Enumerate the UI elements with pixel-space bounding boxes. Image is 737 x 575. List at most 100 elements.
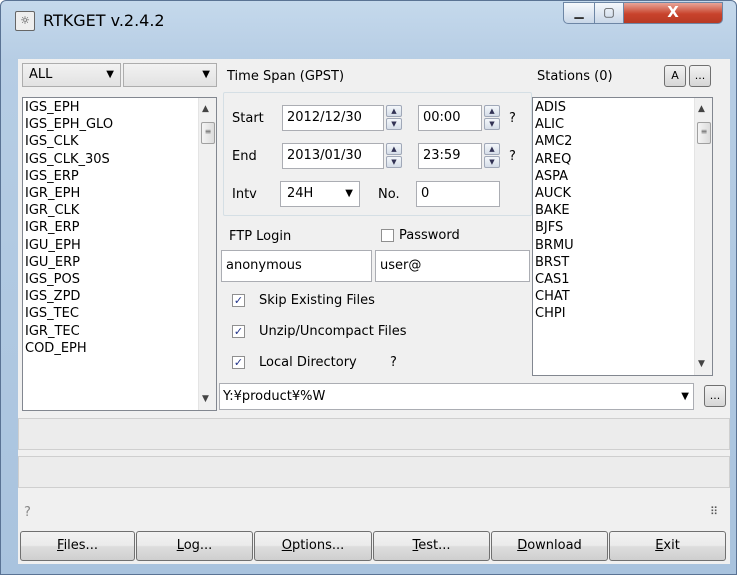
window-title: RTKGET v.2.4.2 [43, 11, 165, 30]
data-type-item[interactable]: COD_EPH [25, 340, 113, 357]
station-item[interactable]: AMC2 [535, 133, 574, 150]
end-date-stepper[interactable]: ▲ ▼ [386, 143, 402, 168]
chevron-down-icon: ▼ [202, 69, 210, 80]
start-help[interactable]: ? [509, 111, 516, 126]
data-type-item[interactable]: IGS_ERP [25, 168, 113, 185]
local-directory-help[interactable]: ? [390, 355, 397, 370]
stations-all-button[interactable]: A [664, 65, 686, 87]
end-date-field[interactable]: 2013/01/30 [282, 143, 384, 169]
stations-label: Stations (0) [537, 69, 613, 84]
data-type-item[interactable]: IGU_ERP [25, 254, 113, 271]
ftp-login-field[interactable]: anonymous [221, 250, 372, 282]
station-item[interactable]: ASPA [535, 168, 574, 185]
data-type-item[interactable]: IGU_EPH [25, 237, 113, 254]
files-button[interactable]: Files... [20, 531, 135, 561]
data-type-list[interactable]: IGS_EPH IGS_EPH_GLO IGS_CLK IGS_CLK_30S IGS_… [22, 97, 217, 411]
down-arrow-icon[interactable]: ▼ [386, 118, 402, 130]
up-arrow-icon[interactable]: ▲ [386, 105, 402, 117]
data-type-item[interactable]: IGS_POS [25, 271, 113, 288]
data-type-scrollbar[interactable]: ▲ ≡ ▼ [198, 98, 216, 410]
station-item[interactable]: AUCK [535, 185, 574, 202]
minimize-button[interactable]: ▁ [563, 2, 595, 24]
station-item[interactable]: AREQ [535, 151, 574, 168]
app-icon[interactable]: ☼ [15, 11, 35, 31]
station-item[interactable]: BAKE [535, 202, 574, 219]
end-time-stepper[interactable]: ▲ ▼ [484, 143, 500, 168]
start-date-stepper[interactable]: ▲ ▼ [386, 105, 402, 130]
exit-button-label: xit [663, 538, 680, 553]
scroll-thumb[interactable]: ≡ [201, 122, 215, 144]
end-time-field[interactable]: 23:59 [418, 143, 482, 169]
data-type-items: IGS_EPH IGS_EPH_GLO IGS_CLK IGS_CLK_30S IGS_… [25, 99, 113, 357]
station-item[interactable]: ADIS [535, 99, 574, 116]
download-button[interactable]: Download [491, 531, 608, 561]
start-time-field[interactable]: 00:00 [418, 105, 482, 131]
skip-existing-checkbox[interactable]: ✓ [232, 294, 245, 307]
data-type-item[interactable]: IGR_TEC [25, 323, 113, 340]
chevron-down-icon: ▼ [681, 391, 689, 402]
station-item[interactable]: BRST [535, 254, 574, 271]
interval-value: 24H [287, 186, 314, 201]
end-help[interactable]: ? [509, 149, 516, 164]
start-date-field[interactable]: 2012/12/30 [282, 105, 384, 131]
up-arrow-icon[interactable]: ▲ [484, 105, 500, 117]
data-type-item[interactable]: IGR_ERP [25, 219, 113, 236]
station-item[interactable]: ALIC [535, 116, 574, 133]
start-time-stepper[interactable]: ▲ ▼ [484, 105, 500, 130]
station-item[interactable]: CHAT [535, 288, 574, 305]
scroll-up-icon[interactable]: ▲ [698, 104, 705, 114]
local-directory-select[interactable]: Y:¥product¥%W ▼ [219, 383, 694, 410]
browse-directory-button[interactable]: ... [704, 385, 726, 407]
station-item[interactable]: CHPI [535, 305, 574, 322]
up-arrow-icon[interactable]: ▲ [386, 143, 402, 155]
app-window: ☼ RTKGET v.2.4.2 ▁ ▢ X ALL ▼ ▼ IGS_EPH IG… [0, 0, 737, 575]
ftp-password-field[interactable]: user@ [375, 250, 530, 282]
data-type-item[interactable]: IGS_CLK [25, 133, 113, 150]
log-underline: L [176, 538, 184, 553]
data-type-item[interactable]: IGS_CLK_30S [25, 151, 113, 168]
exit-button[interactable]: Exit [609, 531, 726, 561]
type-filter-combo[interactable]: ALL ▼ [22, 63, 121, 87]
station-item[interactable]: CAS1 [535, 271, 574, 288]
timespan-label: Time Span (GPST) [227, 69, 345, 84]
data-type-item[interactable]: IGR_CLK [25, 202, 113, 219]
station-scrollbar[interactable]: ▲ ≡ ▼ [694, 98, 712, 375]
subtype-filter-combo[interactable]: ▼ [123, 63, 217, 87]
data-type-item[interactable]: IGS_ZPD [25, 288, 113, 305]
password-checkbox[interactable] [381, 229, 394, 242]
status-text: ? [24, 505, 31, 520]
title-bar[interactable]: ☼ RTKGET v.2.4.2 ▁ ▢ X [1, 1, 736, 39]
unzip-checkbox[interactable]: ✓ [232, 325, 245, 338]
end-label: End [232, 149, 257, 164]
down-arrow-icon[interactable]: ▼ [484, 118, 500, 130]
data-type-item[interactable]: IGS_EPH [25, 99, 113, 116]
scroll-up-icon[interactable]: ▲ [202, 104, 209, 114]
down-arrow-icon[interactable]: ▼ [386, 156, 402, 168]
interval-select[interactable]: 24H ▼ [280, 181, 360, 207]
scroll-down-icon[interactable]: ▼ [202, 394, 209, 404]
station-list[interactable]: ADIS ALIC AMC2 AREQ ASPA AUCK BAKE BJFS BRMU BRST… [532, 97, 713, 376]
data-type-item[interactable]: IGS_TEC [25, 305, 113, 322]
up-arrow-icon[interactable]: ▲ [484, 143, 500, 155]
local-directory-checkbox[interactable]: ✓ [232, 356, 245, 369]
test-button[interactable]: Test... [373, 531, 490, 561]
log-button[interactable]: Log... [136, 531, 253, 561]
count-field[interactable]: 0 [416, 181, 500, 207]
down-arrow-icon[interactable]: ▼ [484, 156, 500, 168]
scroll-down-icon[interactable]: ▼ [698, 359, 705, 369]
data-type-item[interactable]: IGR_EPH [25, 185, 113, 202]
scroll-thumb[interactable]: ≡ [697, 122, 711, 144]
close-button[interactable]: X [623, 2, 723, 24]
options-button[interactable]: Options... [254, 531, 372, 561]
maximize-button[interactable]: ▢ [594, 2, 624, 24]
resize-grip-icon[interactable]: ⠿ [710, 505, 718, 518]
data-type-item[interactable]: IGS_EPH_GLO [25, 116, 113, 133]
start-label: Start [232, 111, 264, 126]
station-item[interactable]: BRMU [535, 237, 574, 254]
download-button-label: ownload [527, 538, 582, 553]
station-item[interactable]: BJFS [535, 219, 574, 236]
message-strip-2 [18, 456, 730, 488]
local-directory-label: Local Directory [259, 355, 357, 370]
chevron-down-icon: ▼ [106, 69, 114, 80]
stations-more-button[interactable]: ... [689, 65, 711, 87]
